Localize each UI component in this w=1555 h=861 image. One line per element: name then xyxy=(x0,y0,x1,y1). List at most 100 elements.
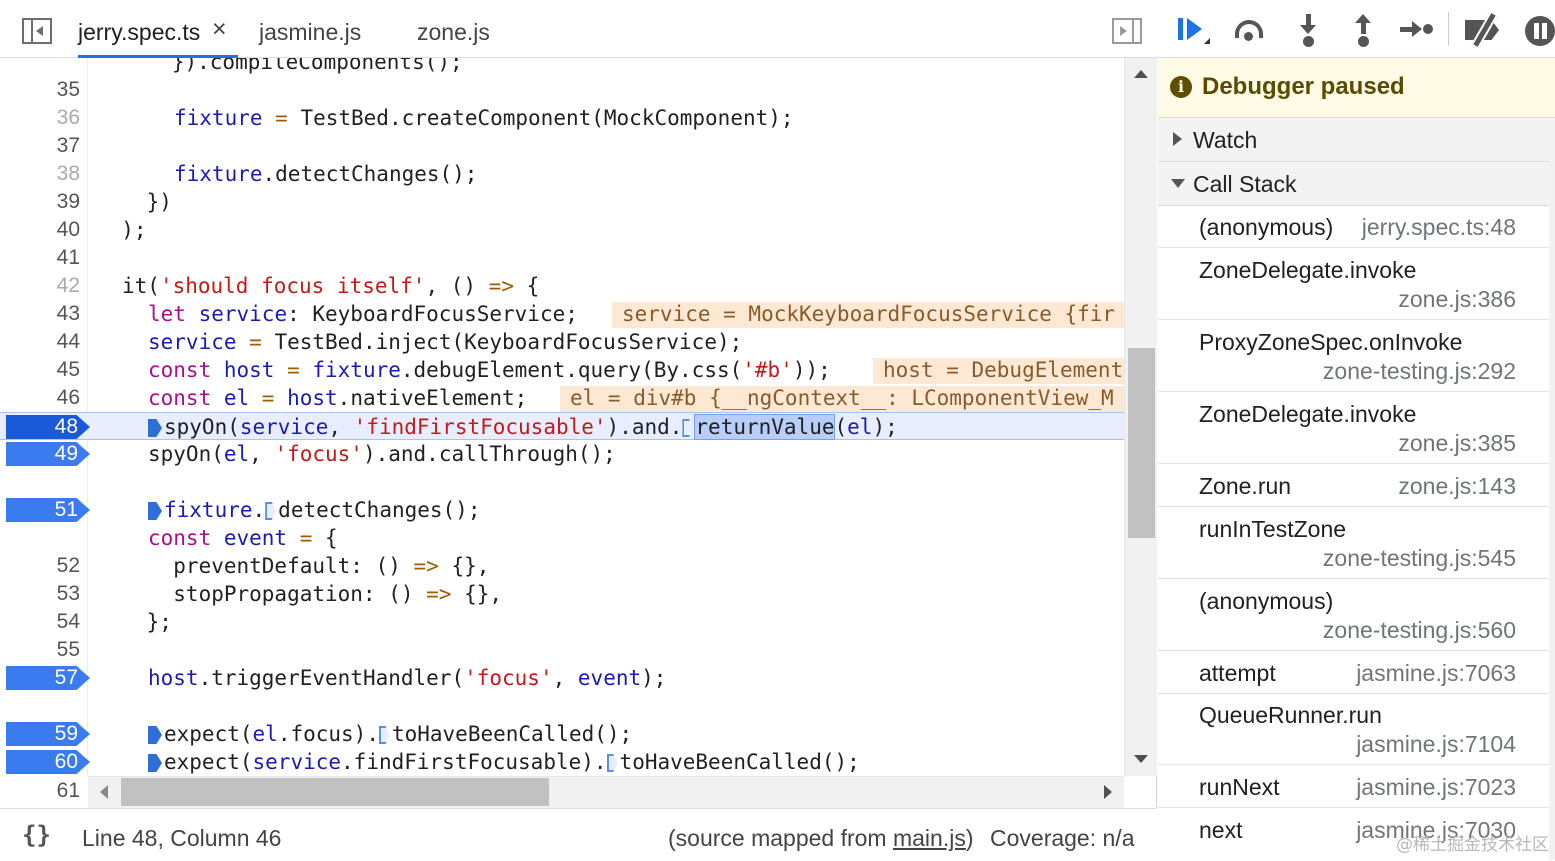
current-execution-line[interactable]: 48 spyOn(service, 'findFirstFocusable').… xyxy=(0,412,1124,440)
horizontal-scrollbar[interactable] xyxy=(88,776,1124,808)
code-line[interactable]: 39 fixture.detectChanges(); xyxy=(0,160,1124,213)
frame-location[interactable]: jasmine.js:7023 xyxy=(1356,774,1516,801)
frame-function: (anonymous) xyxy=(1199,588,1334,614)
code-line[interactable]: 55 }; xyxy=(0,608,1124,661)
step-out-icon[interactable] xyxy=(1349,14,1379,47)
breakpoint-marker[interactable]: 48 xyxy=(6,415,90,439)
sidebar-scrollbar[interactable] xyxy=(1549,160,1555,860)
code-line[interactable]: 36 xyxy=(0,76,1124,129)
frame-location[interactable]: zone.js:143 xyxy=(1398,473,1516,500)
scroll-left-icon[interactable] xyxy=(100,785,108,799)
call-frame[interactable]: ProxyZoneSpec.onInvoke zone-testing.js:2… xyxy=(1158,320,1555,392)
frame-location[interactable]: jasmine.js:7063 xyxy=(1356,660,1516,687)
call-frame[interactable]: (anonymous) jerry.spec.ts:48 xyxy=(1158,206,1555,248)
frame-location[interactable]: zone-testing.js:292 xyxy=(1323,358,1516,385)
frame-location[interactable]: zone-testing.js:545 xyxy=(1323,545,1516,572)
inline-breakpoint-hint-icon[interactable] xyxy=(265,502,277,520)
frame-location[interactable]: zone.js:385 xyxy=(1398,430,1516,457)
tab-jasmine[interactable]: jasmine.js xyxy=(259,0,361,58)
code-line[interactable]: 52 const event = { xyxy=(0,524,1124,577)
line-number[interactable]: 61 xyxy=(0,776,80,808)
vertical-scroll-thumb[interactable] xyxy=(1128,348,1155,538)
inline-value-host[interactable]: host = DebugElement xyxy=(873,358,1124,384)
step-icon[interactable] xyxy=(1398,14,1433,44)
deactivate-breakpoints-icon[interactable] xyxy=(1465,12,1499,48)
toggle-navigator-icon[interactable] xyxy=(22,18,52,44)
breakpoint-marker[interactable]: 49 xyxy=(6,442,90,466)
code-line[interactable]: 40 }) xyxy=(0,188,1124,241)
frame-function: attempt xyxy=(1199,660,1276,686)
call-frame[interactable]: runNext jasmine.js:7023 xyxy=(1158,765,1555,808)
inline-value-el[interactable]: el = div#b {__ngContext__: LComponentVie… xyxy=(560,386,1124,412)
watermark: @稀土掘金技术社区 xyxy=(1396,835,1549,855)
inline-breakpoint-icon[interactable] xyxy=(148,726,162,744)
code-line[interactable]: 43 it('should focus itself', () => { xyxy=(0,272,1124,325)
code-line[interactable]: 49 spyOn(el, 'focus').and.callThrough(); xyxy=(0,440,1124,468)
step-into-icon[interactable] xyxy=(1294,14,1324,47)
toolbar-separator xyxy=(1448,12,1449,46)
code-line[interactable]: 60 expect(service.findFirstFocusable). to… xyxy=(0,748,1124,776)
call-frame[interactable]: QueueRunner.run jasmine.js:7104 xyxy=(1158,694,1555,765)
inline-value-service[interactable]: service = MockKeyboardFocusService {fir xyxy=(612,302,1124,328)
code-line[interactable]: 59 expect(el.focus). toHaveBeenCalled(); xyxy=(0,720,1124,748)
breakpoint-marker[interactable]: 51 xyxy=(6,498,90,522)
code-line[interactable]: 41 ); xyxy=(0,216,1124,269)
inline-breakpoint-icon[interactable] xyxy=(148,419,162,437)
call-frame[interactable]: ZoneDelegate.invoke zone.js:386 xyxy=(1158,248,1555,320)
code-line[interactable]: 46 const host = fixture.debugElement.que… xyxy=(0,356,1124,409)
code-line[interactable]: 42 xyxy=(0,244,1124,297)
scroll-up-icon[interactable] xyxy=(1134,70,1148,78)
code-line[interactable]: 35 }).compileComponents(); xyxy=(0,58,1124,101)
inline-breakpoint-hint-icon[interactable] xyxy=(682,419,694,437)
breakpoint-marker[interactable]: 60 xyxy=(6,750,90,774)
call-frame[interactable]: runInTestZone zone-testing.js:545 xyxy=(1158,507,1555,579)
horizontal-scroll-thumb[interactable] xyxy=(121,778,549,806)
code-line[interactable]: 47 const el = host.nativeElement; el = d… xyxy=(0,384,1124,437)
inline-breakpoint-icon[interactable] xyxy=(148,502,162,520)
frame-location[interactable]: zone-testing.js:560 xyxy=(1323,617,1516,644)
source-map-link[interactable]: main.js xyxy=(893,825,966,851)
vertical-scrollbar[interactable] xyxy=(1124,58,1157,776)
breakpoint-marker[interactable]: 57 xyxy=(6,666,90,690)
inline-breakpoint-hint-icon[interactable] xyxy=(378,726,390,744)
frame-location[interactable]: jerry.spec.ts:48 xyxy=(1362,214,1516,241)
tab-label: jasmine.js xyxy=(259,19,362,45)
code-text: spyOn(service, 'findFirstFocusable').and… xyxy=(148,413,898,441)
frame-function: next xyxy=(1199,817,1243,843)
code-line[interactable]: 58 xyxy=(0,692,1124,745)
code-line[interactable]: 53 preventDefault: () => {}, xyxy=(0,552,1124,605)
scroll-down-icon[interactable] xyxy=(1134,755,1148,763)
code-line[interactable]: 54 stopPropagation: () => {}, xyxy=(0,580,1124,633)
step-over-icon[interactable] xyxy=(1233,14,1263,44)
inline-breakpoint-icon[interactable] xyxy=(148,754,162,772)
code-line[interactable]: 38 xyxy=(0,132,1124,185)
code-line[interactable]: 37 fixture = TestBed.createComponent(Moc… xyxy=(0,104,1124,157)
breakpoint-marker[interactable]: 59 xyxy=(6,722,90,746)
scroll-right-icon[interactable] xyxy=(1104,785,1112,799)
frame-function: runNext xyxy=(1199,774,1280,800)
code-line[interactable]: 45 service = TestBed.inject(KeyboardFocu… xyxy=(0,328,1124,381)
close-tab-icon[interactable]: × xyxy=(212,14,227,44)
call-frame[interactable]: ZoneDelegate.invoke zone.js:385 xyxy=(1158,392,1555,464)
frame-function: ZoneDelegate.invoke xyxy=(1199,401,1417,427)
editor-tab-bar: jerry.spec.ts × jasmine.js zone.js xyxy=(0,0,1157,58)
call-stack-section-header[interactable]: Call Stack xyxy=(1158,162,1555,206)
toggle-debugger-icon[interactable] xyxy=(1112,18,1142,44)
frame-location[interactable]: jasmine.js:7104 xyxy=(1356,731,1516,758)
code-line[interactable]: 50 xyxy=(0,468,1124,521)
call-frame[interactable]: (anonymous) zone-testing.js:560 xyxy=(1158,579,1555,651)
pretty-print-icon[interactable]: {} xyxy=(22,821,51,849)
code-line[interactable]: 51 fixture. detectChanges(); xyxy=(0,496,1124,524)
code-line[interactable]: 57 host.triggerEventHandler('focus', eve… xyxy=(0,664,1124,692)
resume-icon[interactable] xyxy=(1178,14,1210,44)
code-line[interactable]: 44 let service: KeyboardFocusService; se… xyxy=(0,300,1124,353)
pause-on-exceptions-icon[interactable] xyxy=(1525,14,1555,46)
call-frame[interactable]: Zone.run zone.js:143 xyxy=(1158,464,1555,507)
code-editor[interactable]: 35 }).compileComponents(); 36 37 fixture… xyxy=(0,58,1124,776)
inline-breakpoint-hint-icon[interactable] xyxy=(606,754,618,772)
call-frame[interactable]: attempt jasmine.js:7063 xyxy=(1158,651,1555,694)
code-line[interactable]: 56 xyxy=(0,636,1124,689)
tab-zone[interactable]: zone.js xyxy=(417,0,490,58)
watch-section-header[interactable]: Watch xyxy=(1158,118,1555,162)
frame-location[interactable]: zone.js:386 xyxy=(1398,286,1516,313)
